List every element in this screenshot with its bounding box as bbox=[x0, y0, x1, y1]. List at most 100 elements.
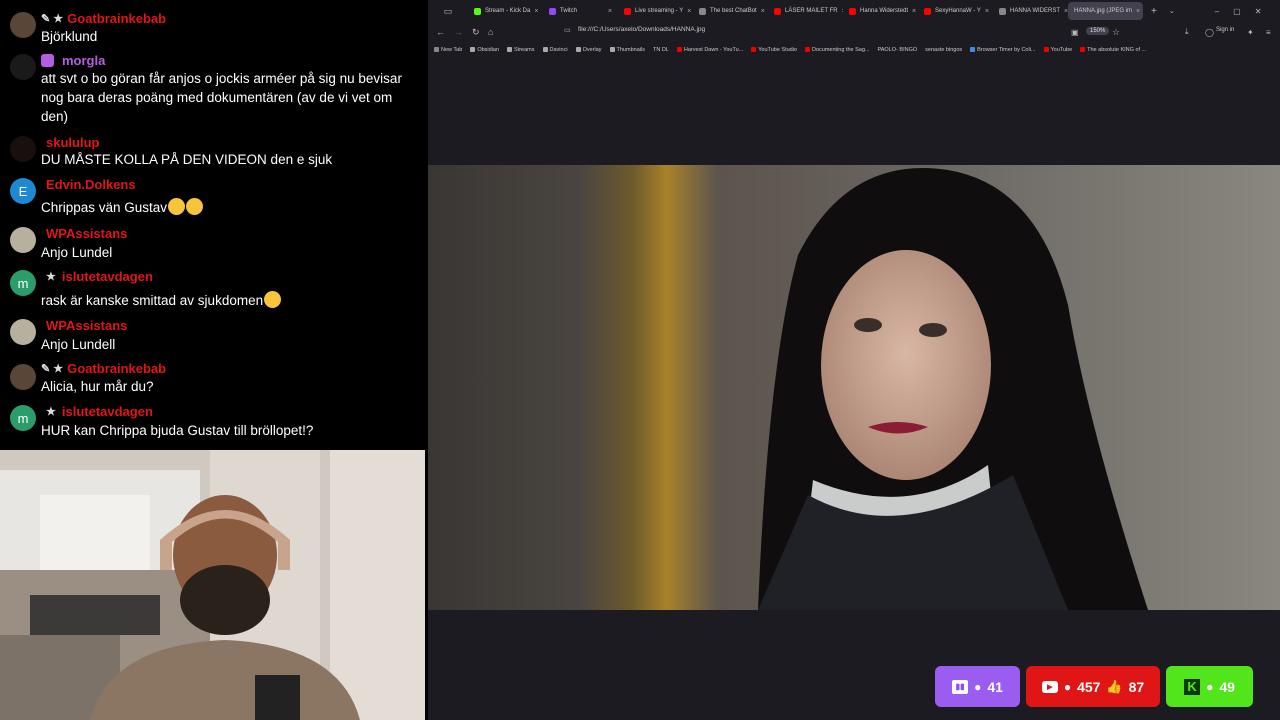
kick-icon bbox=[474, 7, 481, 15]
bookmark-item[interactable]: YouTube bbox=[1043, 47, 1072, 53]
avatar: m bbox=[10, 270, 36, 296]
window-close-button[interactable]: ✕ bbox=[1255, 7, 1262, 16]
close-icon[interactable]: × bbox=[687, 8, 691, 15]
avatar bbox=[10, 136, 36, 162]
download-icon[interactable]: ⤓ bbox=[1185, 27, 1189, 37]
tab-youtube-live[interactable]: Live streaming - Y × bbox=[618, 2, 693, 20]
chat-username[interactable]: Goatbrainkebab bbox=[67, 361, 166, 376]
person-icon: ● bbox=[1063, 679, 1072, 694]
chat-text: Anjo Lundell bbox=[41, 337, 116, 352]
tab-hanna-jpg[interactable]: HANNA.jpg (JPEG im × bbox=[1068, 2, 1143, 20]
reload-icon[interactable]: ↻ bbox=[472, 27, 480, 38]
bookmark-item[interactable]: Harvest Dawn - YouTu... bbox=[676, 47, 743, 53]
tab-chatbot[interactable]: The best ChatBot × bbox=[693, 2, 768, 20]
bookmarks-bar: New Tab Obsidian Streams Davinci Overlay… bbox=[428, 43, 1280, 56]
bookmark-item[interactable]: Davinci bbox=[542, 47, 568, 53]
bookmark-item[interactable]: senaste bingos bbox=[925, 47, 962, 53]
chat-username[interactable]: WPAssistans bbox=[46, 318, 127, 333]
chat-username[interactable]: islutetavdagen bbox=[62, 404, 153, 419]
maximize-button[interactable]: ▢ bbox=[1233, 7, 1241, 16]
tab-list-icon[interactable]: ▭ bbox=[428, 6, 468, 17]
star-icon: ★ bbox=[46, 270, 56, 283]
youtube-icon bbox=[751, 47, 757, 52]
nav-bar: ← → ↻ ⌂ ▭ file:///C:/Users/axelo/Downloa… bbox=[428, 22, 1280, 42]
bookmark-item[interactable]: The absolute KING of ... bbox=[1080, 47, 1146, 53]
youtube-icon bbox=[1043, 47, 1049, 52]
tab-sexyhannaw[interactable]: SexyHannaW - Y × bbox=[918, 2, 993, 20]
badge-icon: ✎ ★ bbox=[41, 12, 64, 25]
file-icon: ▭ bbox=[564, 27, 571, 34]
chat-text: Anjo Lundel bbox=[41, 245, 113, 260]
bookmark-item[interactable]: TN DL bbox=[653, 47, 669, 53]
close-icon[interactable]: × bbox=[608, 8, 612, 15]
back-icon[interactable]: ← bbox=[436, 27, 445, 37]
twitch-icon: ▮▮ bbox=[952, 679, 969, 694]
chat-username[interactable]: Edvin.Dolkens bbox=[46, 177, 136, 192]
minimize-button[interactable]: – bbox=[1215, 7, 1219, 16]
chevron-down-icon[interactable]: ⌄ bbox=[1169, 7, 1175, 15]
kick-viewer-badge: K ● 49 bbox=[1166, 666, 1253, 707]
chat-username[interactable]: islutetavdagen bbox=[62, 269, 153, 284]
thumbs-up-icon: 👍 bbox=[1106, 678, 1123, 694]
close-icon[interactable]: × bbox=[761, 8, 765, 15]
youtube-icon bbox=[676, 47, 682, 52]
tab-kick[interactable]: Stream - Kick Da × bbox=[468, 2, 543, 20]
youtube-viewer-badge: ▶ ● 457 👍 87 bbox=[1026, 666, 1160, 707]
bookmark-item[interactable]: Overlay bbox=[575, 47, 602, 53]
tab-bar: ▭ Stream - Kick Da × Twitch × Live streami… bbox=[428, 0, 1280, 22]
account-icon[interactable]: ◯ bbox=[1205, 28, 1214, 37]
folder-icon bbox=[575, 47, 581, 52]
close-icon[interactable]: × bbox=[1136, 8, 1140, 15]
close-icon[interactable]: × bbox=[534, 8, 538, 15]
new-tab-button[interactable]: + bbox=[1151, 6, 1157, 17]
chat-text: DU MÅSTE KOLLA PÅ DEN VIDEON den e sjuk bbox=[41, 152, 333, 167]
twitch-viewer-badge: ▮▮ ● 41 bbox=[935, 666, 1020, 707]
youtube-icon bbox=[849, 7, 856, 15]
bookmark-item[interactable]: Browser Timer by Coli... bbox=[970, 47, 1036, 53]
chat-username[interactable]: Goatbrainkebab bbox=[67, 11, 166, 26]
bookmark-item[interactable]: YouTube Studio bbox=[751, 47, 797, 53]
youtube-icon bbox=[624, 7, 631, 15]
tab-hanna-widerstedt[interactable]: Hanna Widerstedt × bbox=[843, 2, 918, 20]
menu-icon[interactable]: ≡ bbox=[1266, 28, 1271, 37]
displayed-image bbox=[428, 165, 1280, 610]
avatar bbox=[10, 54, 36, 80]
zoom-level[interactable]: 150% bbox=[1086, 27, 1110, 35]
bookmark-item[interactable]: Documenting the Sag... bbox=[805, 47, 870, 53]
chat-text: rask är kanske smittad av sjukdomen bbox=[41, 293, 264, 308]
laughing-emoji-icon bbox=[168, 198, 186, 215]
home-icon[interactable]: ⌂ bbox=[488, 27, 493, 37]
star-icon[interactable]: ☆ bbox=[1112, 27, 1120, 38]
url-bar[interactable]: file:///C:/Users/axelo/Downloads/HANNA.j… bbox=[578, 26, 705, 33]
bookmark-item[interactable]: Streams bbox=[507, 47, 535, 53]
chat-username[interactable]: morgla bbox=[62, 53, 105, 68]
close-icon[interactable]: × bbox=[985, 8, 989, 15]
page-icon bbox=[999, 7, 1006, 15]
avatar: E bbox=[10, 178, 36, 204]
chat-username[interactable]: skululup bbox=[46, 135, 99, 150]
tab-twitch[interactable]: Twitch × bbox=[543, 2, 618, 20]
folder-icon bbox=[542, 47, 548, 52]
bookmark-item[interactable]: Obsidian bbox=[470, 47, 499, 53]
reader-icon[interactable]: ▣ bbox=[1071, 28, 1079, 37]
badge-icon: ✎ ★ bbox=[41, 362, 64, 375]
sign-in-button[interactable]: Sign in bbox=[1216, 27, 1234, 33]
youtube-icon bbox=[924, 7, 931, 15]
chat-panel: ✎ ★ Goatbrainkebab Björklund morgla att s… bbox=[0, 0, 428, 450]
forward-icon[interactable]: → bbox=[454, 27, 463, 37]
page-icon bbox=[699, 7, 706, 15]
folder-icon bbox=[507, 47, 513, 52]
tab-laser-mailet[interactable]: LÄSER MAILET FR× bbox=[768, 2, 843, 20]
extensions-icon[interactable]: ✦ bbox=[1247, 28, 1254, 37]
chat-text: Björklund bbox=[41, 29, 98, 44]
bookmark-item[interactable]: Thumbnails bbox=[609, 47, 645, 53]
chat-username[interactable]: WPAssistans bbox=[46, 226, 127, 241]
bookmark-item[interactable]: PAOLO- BINGO bbox=[878, 47, 918, 53]
kick-icon: K bbox=[1184, 678, 1201, 695]
person-icon: ● bbox=[1206, 679, 1214, 694]
bookmark-item[interactable]: New Tab bbox=[434, 47, 462, 53]
twitch-viewer-count: 41 bbox=[987, 678, 1003, 695]
close-icon[interactable]: × bbox=[912, 8, 916, 15]
tab-hanna-widerst[interactable]: HANNA WIDERST × bbox=[993, 2, 1068, 20]
avatar: m bbox=[10, 405, 36, 431]
